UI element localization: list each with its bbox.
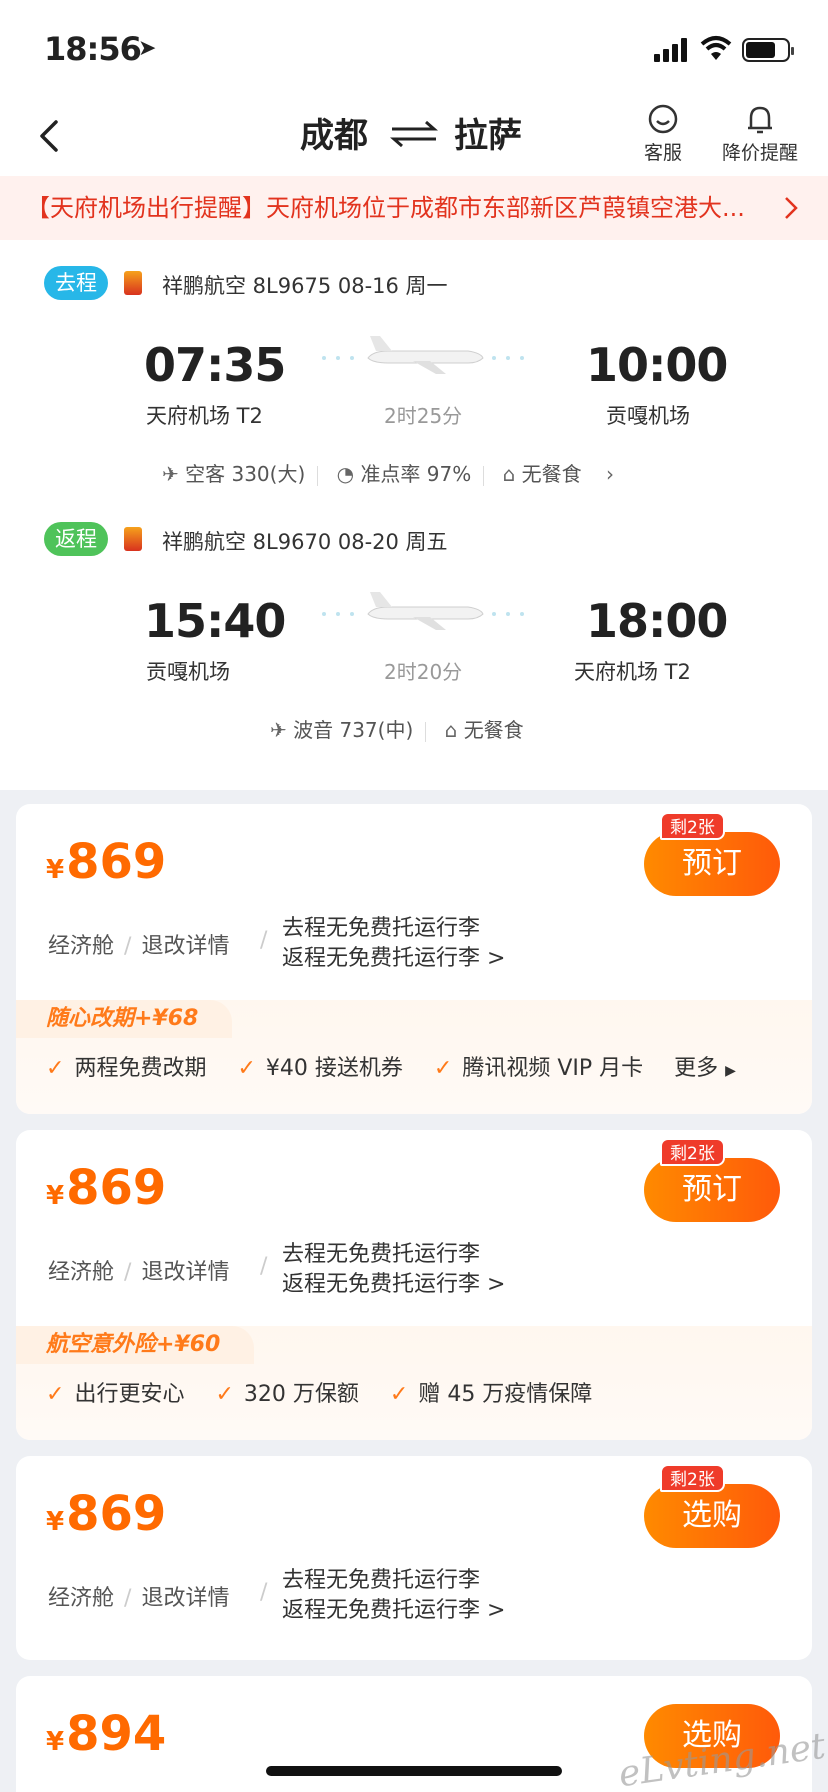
fare-card[interactable]: ¥869 预订 剩2张 经济舱 / 退改详情 / 去程无免费托运行李 返程无免费托运行… bbox=[16, 804, 812, 1114]
outbound-dep-airport: 天府机场 T2 bbox=[146, 404, 263, 428]
baggage-info[interactable]: 去程无免费托运行李 返程无免费托运行李 > bbox=[282, 1566, 505, 1626]
outbound-meta-row[interactable]: ✈ 空客 330(大) ◔ 准点率 97% ⌂ 无餐食 › bbox=[162, 458, 614, 487]
airline-logo-icon bbox=[124, 271, 142, 295]
refund-change-details[interactable]: 退改详情 bbox=[141, 1586, 229, 1611]
outbound-arr-time: 10:00 bbox=[586, 338, 728, 392]
seats-left-badge: 剩2张 bbox=[660, 1464, 725, 1492]
check-icon: ✓ bbox=[389, 1382, 409, 1407]
airport-notice-bar[interactable]: 【天府机场出行提醒】天府机场位于成都市东部新区芦葭镇空港大... bbox=[0, 176, 828, 240]
refund-change-details[interactable]: 退改详情 bbox=[141, 934, 229, 959]
fare-card[interactable]: ¥869 选购 剩2张 经济舱 / 退改详情 / 去程无免费托运行李 返程无免费托运行… bbox=[16, 1456, 812, 1660]
battery-icon bbox=[742, 38, 794, 62]
destination-city: 拉萨 bbox=[454, 116, 522, 156]
price-alert-button[interactable]: 降价提醒 bbox=[722, 104, 798, 165]
customer-service-button[interactable]: 客服 bbox=[644, 104, 682, 165]
chevron-right-icon bbox=[785, 197, 798, 219]
origin-city: 成都 bbox=[300, 116, 368, 156]
check-icon: ✓ bbox=[46, 1382, 65, 1407]
check-icon: ✓ bbox=[237, 1056, 256, 1081]
add-on-package[interactable]: 航空意外险+¥60 ✓ 出行更安心 ✓ 320 万保额 ✓ 赠 45 万疫情保障 bbox=[16, 1326, 812, 1440]
aircraft-icon: ✈ bbox=[270, 718, 287, 742]
inbound-dep-time: 15:40 bbox=[144, 594, 286, 648]
airline-logo-icon bbox=[124, 527, 142, 551]
perk-list: ✓ 两程免费改期 ✓ ¥40 接送机券 ✓ 腾讯视频 VIP 月卡 更多 ▶ bbox=[46, 1056, 736, 1081]
outbound-arr-airport: 贡嘎机场 bbox=[606, 404, 690, 428]
cellular-signal-icon bbox=[654, 38, 690, 62]
notice-text: 【天府机场出行提醒】天府机场位于成都市东部新区芦葭镇空港大... bbox=[26, 194, 745, 222]
baggage-info[interactable]: 去程无免费托运行李 返程无免费托运行李 > bbox=[282, 1240, 505, 1300]
seats-left-badge: 剩2张 bbox=[660, 812, 725, 840]
nav-bar: 成都 拉萨 客服 降价提醒 bbox=[0, 100, 828, 176]
clock-icon: ◔ bbox=[336, 462, 355, 486]
outbound-meal: 无餐食 bbox=[521, 462, 582, 486]
fare-card[interactable]: ¥869 预订 剩2张 经济舱 / 退改详情 / 去程无免费托运行李 返程无免费托运行… bbox=[16, 1130, 812, 1440]
cabin-row: 经济舱 / 退改详情 bbox=[48, 1260, 230, 1285]
cabin-row: 经济舱 / 退改详情 bbox=[48, 1586, 230, 1611]
baggage-info[interactable]: 去程无免费托运行李 返程无免费托运行李 > bbox=[282, 914, 505, 974]
select-button[interactable]: 选购 bbox=[644, 1484, 780, 1548]
customer-service-label: 客服 bbox=[644, 142, 683, 164]
inbound-dep-airport: 贡嘎机场 bbox=[146, 660, 230, 684]
status-bar: 18:56 ➤ bbox=[0, 0, 828, 100]
book-button[interactable]: 预订 bbox=[644, 1158, 780, 1222]
back-arrow-icon[interactable] bbox=[30, 116, 70, 156]
price-alert-label: 降价提醒 bbox=[722, 142, 799, 164]
fare-price: ¥894 bbox=[46, 1706, 167, 1762]
fare-price: ¥869 bbox=[46, 1160, 167, 1216]
inbound-arr-airport: 天府机场 T2 bbox=[574, 660, 691, 684]
outbound-dep-time: 07:35 bbox=[144, 338, 286, 392]
check-icon: ✓ bbox=[433, 1056, 453, 1081]
add-on-title: 航空意外险+¥60 bbox=[16, 1326, 255, 1364]
refund-change-details[interactable]: 退改详情 bbox=[141, 1260, 229, 1285]
meal-icon: ⌂ bbox=[502, 462, 516, 486]
wifi-icon bbox=[700, 36, 732, 60]
seats-left-badge: 剩2张 bbox=[660, 1138, 725, 1166]
airplane-icon bbox=[322, 592, 524, 630]
inbound-meal: 无餐食 bbox=[463, 718, 524, 742]
outbound-tag: 去程 bbox=[44, 266, 108, 300]
check-icon: ✓ bbox=[46, 1056, 65, 1081]
outbound-ontime: 准点率 97% bbox=[360, 462, 472, 486]
cabin-class: 经济舱 bbox=[48, 1586, 115, 1611]
round-trip-arrows-icon bbox=[390, 120, 438, 148]
add-on-title: 随心改期+¥68 bbox=[16, 1000, 233, 1038]
inbound-aircraft: 波音 737(中) bbox=[293, 718, 414, 742]
inbound-flight-info: 祥鹏航空 8L9670 08-20 周五 bbox=[162, 530, 448, 554]
add-on-package[interactable]: 随心改期+¥68 ✓ 两程免费改期 ✓ ¥40 接送机券 ✓ 腾讯视频 VIP 月卡 … bbox=[16, 1000, 812, 1114]
inbound-arr-time: 18:00 bbox=[586, 594, 728, 648]
inbound-duration: 2时20分 bbox=[384, 660, 463, 684]
airplane-icon bbox=[322, 336, 524, 374]
customer-service-icon bbox=[648, 104, 678, 134]
check-icon: ✓ bbox=[215, 1382, 234, 1407]
bell-icon bbox=[748, 106, 772, 134]
cabin-row: 经济舱 / 退改详情 bbox=[48, 934, 230, 959]
outbound-flight-info: 祥鹏航空 8L9675 08-16 周一 bbox=[162, 274, 448, 298]
fare-price: ¥869 bbox=[46, 1486, 167, 1542]
aircraft-icon: ✈ bbox=[162, 462, 179, 486]
cabin-class: 经济舱 bbox=[48, 1260, 115, 1285]
outbound-duration: 2时25分 bbox=[384, 404, 463, 428]
triangle-right-icon: ▶ bbox=[725, 1063, 736, 1079]
cabin-class: 经济舱 bbox=[48, 934, 115, 959]
outbound-aircraft: 空客 330(大) bbox=[185, 462, 306, 486]
book-button[interactable]: 预订 bbox=[644, 832, 780, 896]
fare-price: ¥869 bbox=[46, 834, 167, 890]
more-perks-link[interactable]: 更多 ▶ bbox=[674, 1056, 736, 1081]
chevron-right-icon: › bbox=[606, 462, 615, 486]
inbound-tag: 返程 bbox=[44, 522, 108, 556]
location-arrow-icon: ➤ bbox=[138, 36, 157, 61]
perk-list: ✓ 出行更安心 ✓ 320 万保额 ✓ 赠 45 万疫情保障 bbox=[46, 1382, 593, 1407]
inbound-meta-row[interactable]: ✈ 波音 737(中) ⌂ 无餐食 bbox=[270, 714, 524, 743]
home-indicator bbox=[266, 1766, 562, 1776]
status-time: 18:56 bbox=[44, 30, 142, 68]
meal-icon: ⌂ bbox=[444, 718, 458, 742]
